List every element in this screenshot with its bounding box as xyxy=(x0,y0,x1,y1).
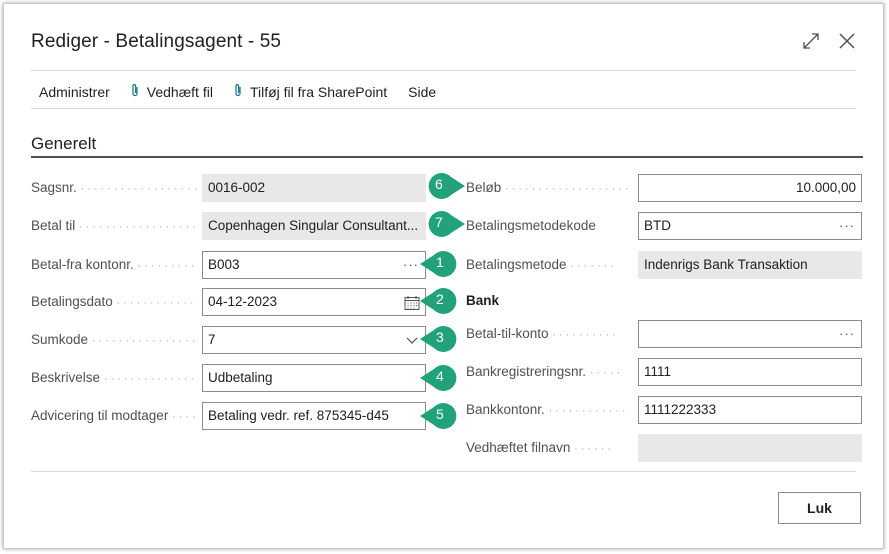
attachment-label: Vedhæftet filnavn ······ xyxy=(466,440,615,455)
pay-date-field[interactable]: 04-12-2023 xyxy=(202,288,426,316)
calendar-icon[interactable] xyxy=(404,294,420,315)
from-account-label: Betal-fra kontonr. ·············· xyxy=(31,257,197,272)
description-field[interactable]: Udbetaling xyxy=(202,364,426,392)
callout-badge-4: 4 xyxy=(420,363,460,393)
attachment-field xyxy=(638,434,862,462)
description-label: Beskrivelse ·················· xyxy=(31,370,197,385)
to-account-field[interactable]: ··· xyxy=(638,320,862,348)
case-no-field: 0016-002 xyxy=(202,174,426,202)
paperclip-icon xyxy=(234,83,242,100)
callout-badge-6: 6 xyxy=(425,171,465,201)
callout-badge-7: 7 xyxy=(425,209,465,239)
account-no-label: Bankkontonr. ············ xyxy=(466,402,629,417)
advice-field[interactable]: Betaling vedr. ref. 875345-d45 xyxy=(202,402,426,430)
case-no-label: Sagsnr. ···················· xyxy=(31,180,197,195)
expand-icon[interactable] xyxy=(801,31,821,51)
pay-to-label: Betal til ······················ xyxy=(31,218,197,233)
page-action[interactable]: Side xyxy=(408,84,436,100)
paperclip-icon xyxy=(131,83,139,100)
amount-field[interactable]: 10.000,00 xyxy=(638,174,862,202)
close-button[interactable]: Luk xyxy=(778,492,861,524)
pay-date-label: Betalingsdato ················· xyxy=(31,294,197,309)
attach-sharepoint-action[interactable]: Tilføj fil fra SharePoint xyxy=(234,83,387,100)
callout-badge-3: 3 xyxy=(420,324,460,354)
section-underline xyxy=(31,156,863,158)
method-field: Indenrigs Bank Transaktion xyxy=(638,251,862,279)
lookup-ellipsis-icon[interactable]: ··· xyxy=(403,252,419,278)
action-separator xyxy=(31,108,856,109)
sum-code-select[interactable]: 7 xyxy=(202,326,426,354)
lookup-ellipsis-icon[interactable]: ··· xyxy=(839,213,855,239)
lookup-ellipsis-icon[interactable]: ··· xyxy=(839,321,855,347)
pay-to-field: Copenhagen Singular Consultant... xyxy=(202,212,426,240)
footer-separator xyxy=(31,471,856,472)
callout-badge-5: 5 xyxy=(420,401,460,431)
sum-code-label: Sumkode ··················· xyxy=(31,332,197,347)
attach-file-action[interactable]: Vedhæft fil xyxy=(131,83,213,100)
dialog-title: Rediger - Betalingsagent - 55 xyxy=(31,31,282,52)
close-icon[interactable] xyxy=(837,31,857,51)
callout-badge-1: 1 xyxy=(420,249,460,279)
action-bar: Administrer Vedhæft fil Tilføj fil fra S… xyxy=(39,83,457,100)
account-no-field[interactable]: 1111222333 xyxy=(638,396,862,424)
reg-no-label: Bankregistreringsnr. ····· xyxy=(466,364,624,379)
bank-group-label: Bank xyxy=(466,293,500,308)
section-title: Generelt xyxy=(31,134,97,153)
title-separator xyxy=(31,70,856,71)
method-code-field[interactable]: BTD ··· xyxy=(638,212,862,240)
method-code-label: Betalingsmetodekode xyxy=(466,218,596,233)
callout-badge-2: 2 xyxy=(420,286,460,316)
manage-action[interactable]: Administrer xyxy=(39,84,110,100)
reg-no-field[interactable]: 1111 xyxy=(638,358,862,386)
amount-label: Beløb ······················ xyxy=(466,180,632,195)
advice-label: Advicering til modtager ······ xyxy=(31,408,197,423)
method-label: Betalingsmetode ······· xyxy=(466,257,617,272)
to-account-label: Betal-til-konto ·········· xyxy=(466,326,619,341)
chevron-down-icon[interactable] xyxy=(405,330,419,353)
from-account-field[interactable]: B003 ··· xyxy=(202,251,426,279)
